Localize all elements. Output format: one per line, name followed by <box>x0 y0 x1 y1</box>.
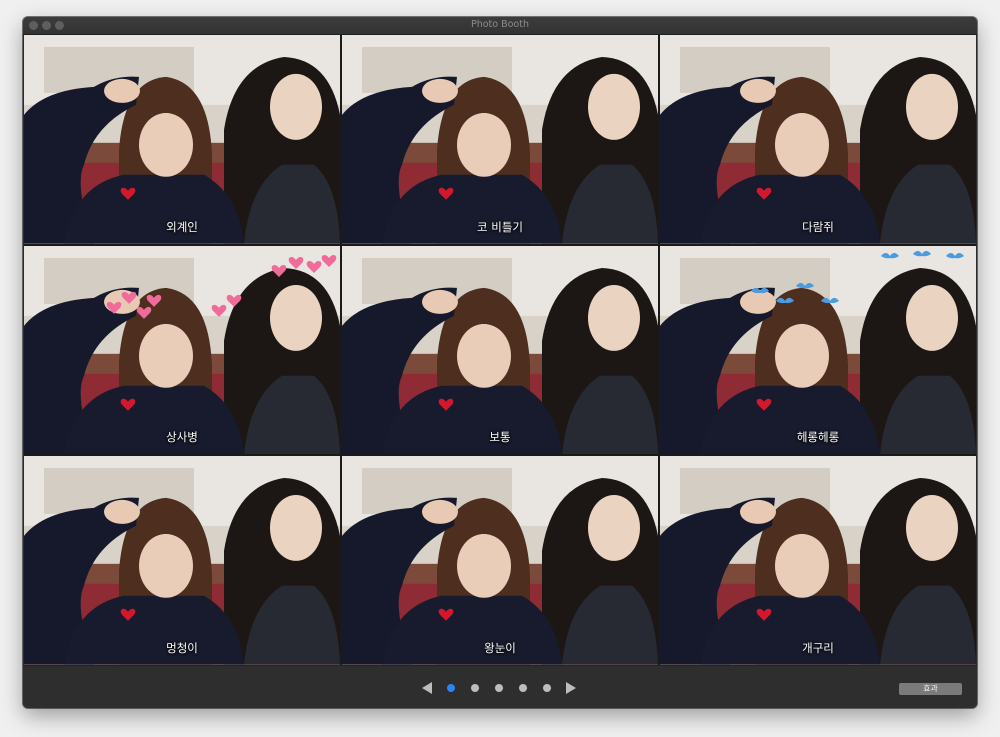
effect-label: 멍청이 <box>166 641 198 655</box>
effect-label: 외계인 <box>166 219 198 234</box>
photo-preview <box>342 245 658 455</box>
effect-label: 헤롱헤롱 <box>796 430 840 445</box>
bottom-toolbar: 효과 <box>23 665 977 708</box>
page-dot-3[interactable] <box>495 684 503 692</box>
previous-page-arrow-icon[interactable] <box>422 682 432 694</box>
photo-preview <box>342 456 658 665</box>
effect-tile[interactable]: 멍청이 <box>24 456 340 665</box>
page-dot-4[interactable] <box>519 684 527 692</box>
photo-preview <box>24 456 340 665</box>
effects-grid: 외계인 코 비틀기 다람쥐상사병 보통 헤롱헤롱멍청이 왕눈이 개구리 <box>24 35 976 665</box>
effect-tile[interactable]: 다람쥐 <box>660 35 976 244</box>
effects-button[interactable]: 효과 <box>899 683 962 695</box>
photo-booth-window: Photo Booth 외계인 코 비틀기 다람쥐상사병 보통 헤롱헤롱멍청이 왕눈이 개구… <box>23 17 977 708</box>
effect-label: 왕눈이 <box>484 641 516 655</box>
effect-tile[interactable]: 외계인 <box>24 35 340 244</box>
effect-label: 개구리 <box>802 641 834 655</box>
page-dot-5[interactable] <box>543 684 551 692</box>
photo-preview <box>660 245 976 455</box>
next-page-arrow-icon[interactable] <box>566 682 576 694</box>
effect-label: 상사병 <box>166 430 198 445</box>
effect-tile[interactable]: 헤롱헤롱 <box>660 245 976 455</box>
page-dot-1[interactable] <box>447 684 455 692</box>
effect-tile[interactable]: 상사병 <box>24 245 340 455</box>
page-dot-2[interactable] <box>471 684 479 692</box>
photo-preview <box>24 35 340 244</box>
effect-tile[interactable]: 코 비틀기 <box>342 35 658 244</box>
photo-preview <box>24 245 340 455</box>
window-title: Photo Booth <box>470 19 529 30</box>
photo-preview <box>342 35 658 244</box>
effect-label: 코 비틀기 <box>477 219 523 234</box>
effect-tile[interactable]: 보통 <box>342 245 658 455</box>
photo-preview <box>660 35 976 244</box>
title-bar: Photo Booth <box>23 17 977 35</box>
effect-label: 다람쥐 <box>802 219 834 234</box>
effect-tile[interactable]: 개구리 <box>660 456 976 665</box>
effect-tile[interactable]: 왕눈이 <box>342 456 658 665</box>
photo-preview <box>660 456 976 665</box>
effect-label: 보통 <box>489 430 511 445</box>
